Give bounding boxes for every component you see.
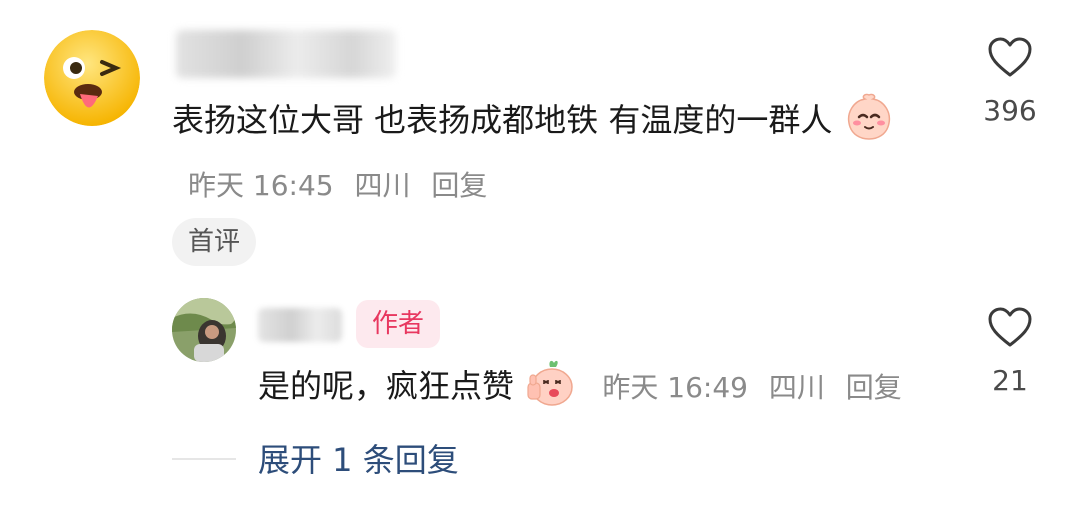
commenter-avatar[interactable] (44, 30, 140, 126)
thumbs-up-sprout-emoji (524, 357, 576, 409)
comment-meta: 昨天 16:45 四川 回复 (176, 169, 487, 202)
comment-body: 表扬这位大哥 也表扬成都地铁 有温度的一群人 昨天 16:45 四川 回复 (172, 88, 912, 218)
author-name-blurred[interactable] (258, 308, 342, 342)
author-badge: 作者 (356, 300, 441, 348)
winking-tongue-emoji-avatar (44, 30, 140, 126)
reply-body: 是的呢，疯狂点赞 昨天 16:49 四川 回复 (258, 356, 958, 418)
reply-reply-button[interactable]: 回复 (846, 371, 902, 404)
comment-reply-button[interactable]: 回复 (431, 169, 487, 202)
comment-time: 昨天 16:45 (188, 169, 334, 202)
reply-time: 昨天 16:49 (602, 371, 748, 404)
shy-blush-emoji (843, 91, 895, 143)
comment-like-count: 396 (983, 94, 1037, 127)
comment-location: 四川 (354, 169, 411, 202)
reply-location: 四川 (768, 371, 825, 404)
heart-icon[interactable] (987, 306, 1033, 348)
expand-divider (172, 458, 236, 460)
reply-like-count: 21 (992, 364, 1028, 397)
author-photo (172, 298, 236, 362)
reply-like[interactable]: 21 (970, 306, 1050, 397)
author-avatar[interactable] (172, 298, 236, 362)
commenter-name-blurred[interactable] (176, 30, 396, 78)
reply-text: 是的呢，疯狂点赞 (258, 367, 515, 405)
expand-replies-button[interactable]: 展开 1 条回复 (258, 436, 459, 484)
first-comment-badge: 首评 (172, 218, 257, 266)
heart-icon[interactable] (987, 36, 1033, 78)
comment-text: 表扬这位大哥 也表扬成都地铁 有温度的一群人 (172, 101, 833, 139)
comment-like[interactable]: 396 (970, 36, 1050, 127)
reply-meta: 昨天 16:49 四川 回复 (590, 371, 901, 404)
